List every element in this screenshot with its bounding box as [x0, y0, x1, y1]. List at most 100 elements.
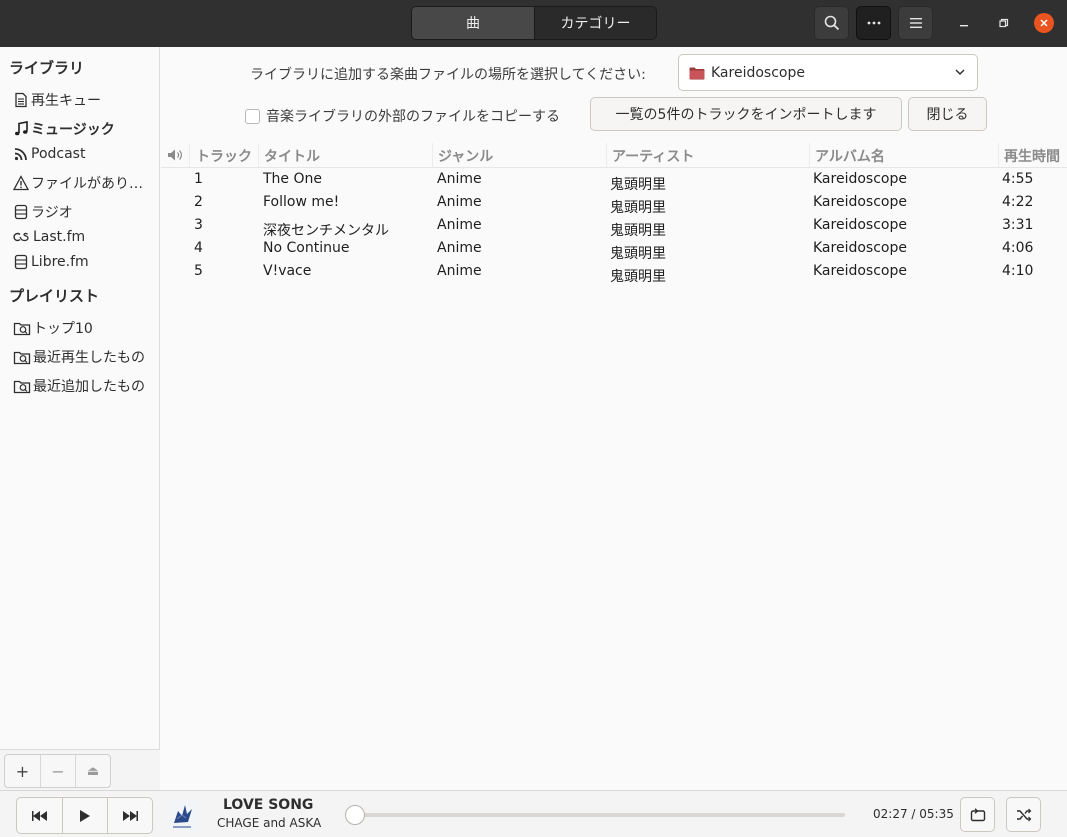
next-button[interactable]: [107, 798, 152, 833]
track-album: Kareidoscope: [813, 217, 907, 233]
import-location-label: ライブラリに追加する楽曲ファイルの場所を選択してください:: [250, 67, 646, 83]
copy-files-option[interactable]: 音楽ライブラリの外部のファイルをコピーする: [245, 106, 560, 126]
track-genre: Anime: [437, 263, 482, 279]
track-duration: 4:10: [1002, 263, 1034, 279]
sidebar-item-missing-files[interactable]: ファイルがあり…: [13, 173, 158, 193]
repeat-button[interactable]: [960, 797, 995, 832]
sidebar-item-recently-added[interactable]: 最近追加したもの: [13, 376, 158, 396]
tab-songs[interactable]: 曲: [412, 7, 534, 39]
sidebar-item-recently-played[interactable]: 最近再生したもの: [13, 347, 158, 367]
folder-icon: [689, 67, 705, 79]
column-header-album[interactable]: アルバム名: [815, 146, 885, 166]
track-title: V!vace: [263, 263, 312, 279]
previous-button[interactable]: [17, 798, 62, 833]
column-header-artist[interactable]: アーティスト: [612, 146, 694, 166]
track-album: Kareidoscope: [813, 263, 907, 279]
smart-playlist-icon: [13, 351, 31, 365]
track-artist: 鬼頭明里: [610, 200, 666, 216]
seek-bar[interactable]: [345, 805, 845, 825]
play-button[interactable]: [62, 798, 107, 833]
folder-chooser[interactable]: Kareidoscope: [678, 54, 978, 91]
header-bar: 曲 カテゴリー: [0, 0, 1067, 47]
player-bar: LOVE SONG CHAGE and ASKA 02:27 / 05:35: [0, 790, 1067, 837]
import-tracks-button[interactable]: 一覧の5件のトラックをインポートします: [590, 97, 902, 131]
radio-icon: [14, 254, 28, 270]
sidebar-item-top10[interactable]: トップ10: [13, 318, 158, 338]
sidebar-item-play-queue[interactable]: 再生キュー: [13, 90, 158, 110]
smart-playlist-icon: [13, 322, 31, 336]
track-artist: 鬼頭明里: [610, 223, 666, 239]
copy-files-checkbox[interactable]: [245, 108, 260, 124]
sidebar-toolbar: + − ⏏: [0, 749, 160, 790]
track-duration: 3:31: [1002, 217, 1034, 233]
time-readout: 02:27 / 05:35: [873, 807, 954, 821]
column-header-title[interactable]: タイトル: [264, 146, 320, 166]
column-separator: [809, 143, 810, 167]
table-row[interactable]: 5 V!vace Anime 鬼頭明里 Kareidoscope 4:10: [161, 261, 1067, 285]
track-artist: 鬼頭明里: [610, 246, 666, 262]
track-artist: 鬼頭明里: [610, 269, 666, 285]
sidebar-item-label: Podcast: [31, 146, 86, 162]
sidebar-item-lastfm[interactable]: Last.fm: [13, 229, 158, 245]
tab-categories[interactable]: カテゴリー: [534, 7, 656, 39]
more-button[interactable]: [856, 6, 891, 40]
restore-button[interactable]: [994, 13, 1014, 33]
track-genre: Anime: [437, 217, 482, 233]
transport-controls: [16, 797, 153, 834]
add-playlist-button[interactable]: +: [5, 755, 40, 787]
sidebar-item-label: ファイルがあり…: [31, 176, 143, 192]
column-header-duration[interactable]: 再生時間: [1004, 146, 1060, 166]
now-playing-title: LOVE SONG: [223, 797, 314, 813]
document-icon: [15, 92, 27, 108]
column-separator: [998, 143, 999, 167]
track-duration: 4:55: [1002, 171, 1034, 187]
track-album: Kareidoscope: [813, 240, 907, 256]
sidebar-item-radio[interactable]: ラジオ: [13, 202, 158, 222]
more-horizontal-icon: [867, 21, 880, 25]
restore-icon: [999, 18, 1009, 28]
skip-forward-icon: [123, 810, 138, 821]
table-row[interactable]: 1 The One Anime 鬼頭明里 Kareidoscope 4:55: [161, 169, 1067, 193]
track-title: The One: [263, 171, 322, 187]
sidebar-item-podcast[interactable]: Podcast: [13, 146, 158, 162]
sidebar-item-music[interactable]: ミュージック: [13, 119, 158, 139]
track-genre: Anime: [437, 171, 482, 187]
remove-playlist-button[interactable]: −: [40, 755, 75, 787]
main-menu-button[interactable]: [898, 6, 933, 40]
sidebar-item-label: ミュージック: [31, 122, 115, 138]
sidebar-item-label: ラジオ: [31, 205, 73, 221]
column-header-genre[interactable]: ジャンル: [438, 146, 493, 166]
close-import-button[interactable]: 閉じる: [908, 97, 987, 131]
copy-files-label: 音楽ライブラリの外部のファイルをコピーする: [266, 109, 560, 125]
seek-handle[interactable]: [345, 805, 365, 825]
track-table-header: トラック タイトル ジャンル アーティスト アルバム名 再生時間: [161, 143, 1067, 168]
shuffle-button[interactable]: [1006, 797, 1041, 832]
track-number: 3: [194, 217, 203, 233]
chevron-down-icon: [955, 69, 965, 76]
skip-back-icon: [31, 810, 47, 821]
column-header-track[interactable]: トラック: [196, 146, 252, 166]
search-button[interactable]: [814, 6, 849, 40]
column-separator: [606, 143, 607, 167]
sidebar-item-label: 最近追加したもの: [33, 379, 145, 395]
sidebar-item-librefm[interactable]: Libre.fm: [13, 254, 158, 270]
column-separator: [432, 143, 433, 167]
track-duration: 4:22: [1002, 194, 1034, 210]
library-heading: ライブラリ: [9, 59, 85, 77]
sidebar-item-label: Last.fm: [33, 229, 86, 245]
now-playing-artist: CHAGE and ASKA: [217, 816, 322, 830]
album-cover-image: [168, 799, 196, 831]
table-row[interactable]: 2 Follow me! Anime 鬼頭明里 Kareidoscope 4:2…: [161, 192, 1067, 216]
radio-icon: [14, 204, 28, 220]
play-icon: [80, 809, 90, 822]
column-separator: [189, 143, 190, 167]
speaker-icon: [168, 149, 182, 161]
folder-name: Kareidoscope: [711, 64, 805, 81]
table-row[interactable]: 3 深夜センチメンタル Anime 鬼頭明里 Kareidoscope 3:31: [161, 215, 1067, 239]
close-window-button[interactable]: [1034, 13, 1054, 33]
sidebar-item-label: Libre.fm: [31, 254, 89, 270]
table-row[interactable]: 4 No Continue Anime 鬼頭明里 Kareidoscope 4:…: [161, 238, 1067, 262]
sidebar-item-label: 再生キュー: [31, 93, 101, 109]
minimize-button[interactable]: [954, 13, 974, 33]
eject-button[interactable]: ⏏: [75, 755, 110, 787]
